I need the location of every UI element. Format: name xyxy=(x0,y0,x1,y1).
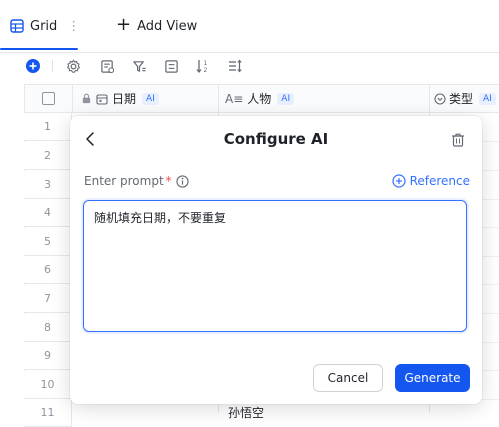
add-view-button[interactable]: + Add View xyxy=(116,12,197,40)
row-height-icon[interactable] xyxy=(226,57,244,75)
column-label: 类型 xyxy=(449,92,474,106)
row-number: 6 xyxy=(24,256,72,284)
row-number: 11 xyxy=(24,399,72,427)
configure-ai-dialog: Configure AI Enter prompt * Reference 随机填… xyxy=(70,116,482,404)
column-label: 日期 xyxy=(112,92,137,106)
toolbar-divider xyxy=(52,60,53,72)
add-circle-icon xyxy=(391,174,406,188)
sort-icon[interactable]: 12 xyxy=(194,57,212,75)
filter-icon[interactable] xyxy=(130,57,148,75)
tab-grid[interactable]: Grid ⋮ xyxy=(0,12,80,40)
row-number: 9 xyxy=(24,342,72,370)
svg-text:2: 2 xyxy=(204,67,208,74)
lock-icon xyxy=(82,93,91,104)
active-tab-indicator xyxy=(0,48,78,50)
row-number: 1 xyxy=(24,113,72,141)
toolbar: 12 xyxy=(0,52,499,80)
ai-badge: AI xyxy=(142,92,159,105)
prompt-label-text: Enter prompt xyxy=(84,174,164,188)
reference-button[interactable]: Reference xyxy=(391,174,470,188)
cancel-button[interactable]: Cancel xyxy=(313,364,383,392)
settings-icon[interactable] xyxy=(64,57,82,75)
row-number: 10 xyxy=(24,371,72,399)
calendar-icon xyxy=(96,93,108,105)
row-number: 3 xyxy=(24,171,72,199)
svg-text:1: 1 xyxy=(204,60,208,67)
column-header-person[interactable]: A≡ 人物 AI xyxy=(219,85,430,113)
add-record-icon[interactable] xyxy=(24,57,42,75)
ai-badge: AI xyxy=(277,92,295,105)
plus-icon: + xyxy=(116,14,132,35)
column-header-type[interactable]: 类型 AI xyxy=(430,85,499,113)
row-number: 8 xyxy=(24,314,72,342)
row-number: 7 xyxy=(24,285,72,313)
group-icon[interactable] xyxy=(162,57,180,75)
prompt-textarea[interactable]: 随机填充日期，不要重复 xyxy=(83,200,467,332)
field-settings-icon[interactable] xyxy=(98,57,116,75)
tab-grid-label: Grid xyxy=(30,18,58,34)
trash-icon[interactable] xyxy=(450,132,466,148)
required-mark: * xyxy=(165,174,172,188)
info-icon[interactable] xyxy=(176,175,189,188)
column-label: 人物 xyxy=(247,92,272,106)
prompt-label: Enter prompt * xyxy=(84,174,172,188)
ai-badge: AI xyxy=(479,92,496,105)
row-number: 5 xyxy=(24,228,72,256)
row-number: 2 xyxy=(24,142,72,170)
column-header-date[interactable]: 日期 AI xyxy=(73,85,219,113)
single-select-icon xyxy=(434,92,446,105)
grid-icon xyxy=(10,19,24,33)
select-all-header xyxy=(25,85,73,113)
add-view-label: Add View xyxy=(137,18,198,34)
text-field-icon: A≡ xyxy=(225,91,244,106)
row-number: 4 xyxy=(24,199,72,227)
reference-label: Reference xyxy=(409,174,470,188)
select-all-checkbox[interactable] xyxy=(42,92,55,105)
more-options-icon[interactable]: ⋮ xyxy=(67,19,80,34)
dialog-title: Configure AI xyxy=(223,130,329,148)
generate-button[interactable]: Generate xyxy=(395,364,470,392)
